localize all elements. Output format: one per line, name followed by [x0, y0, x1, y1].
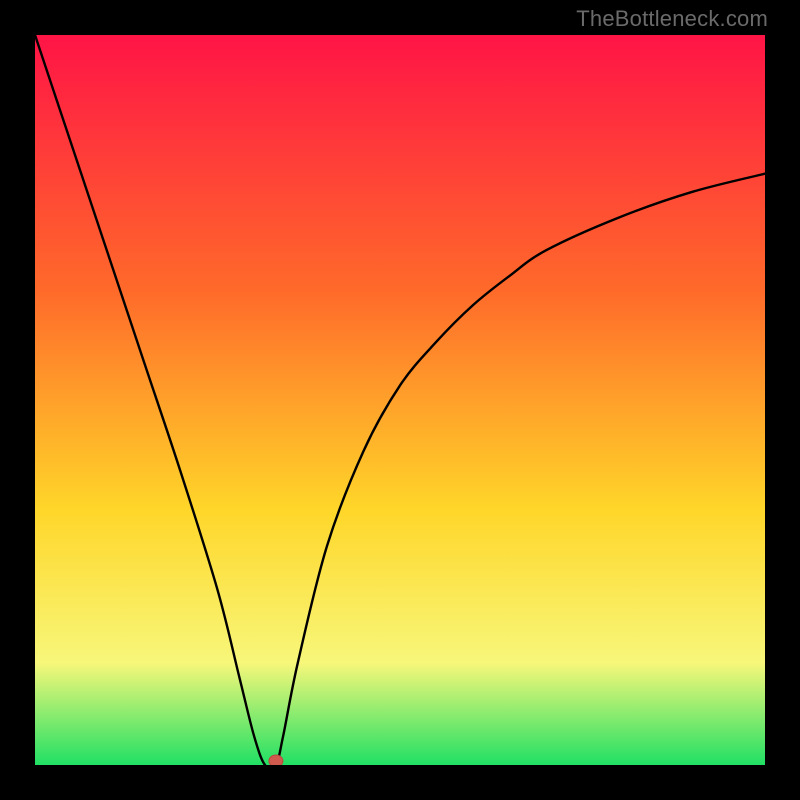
- watermark-label: TheBottleneck.com: [576, 6, 768, 32]
- gradient-background: [35, 35, 765, 765]
- chart-frame: TheBottleneck.com: [0, 0, 800, 800]
- plot-area: [35, 35, 765, 765]
- bottleneck-chart: [35, 35, 765, 765]
- minimum-marker-icon: [269, 755, 283, 765]
